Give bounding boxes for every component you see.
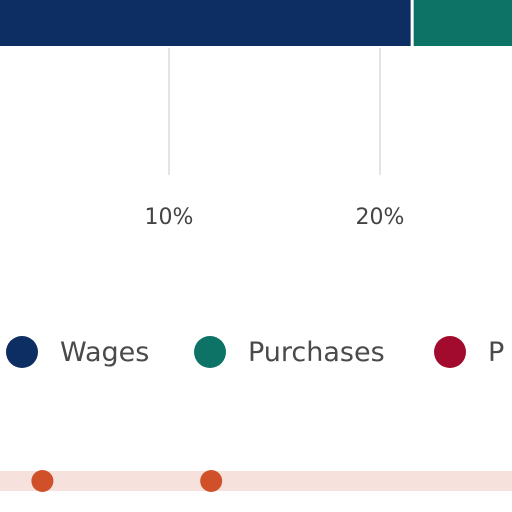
grid-layer (168, 48, 381, 175)
legend-label-wages: Wages (60, 336, 150, 368)
lower-track-dot-2 (31, 470, 54, 492)
tick-layer: 10% 20% (145, 205, 405, 230)
legend-item-third-series[interactable]: P (434, 330, 504, 374)
legend-item-wages[interactable]: Wages (6, 330, 149, 374)
bar-layer (0, 0, 512, 46)
legend-dot-wages (6, 336, 38, 368)
lower-track-dot-3 (200, 470, 223, 492)
legend-item-purchases[interactable]: Purchases (194, 330, 385, 374)
legend-label-purchases: Purchases (248, 336, 385, 368)
chart-svg: 10% 20% (0, 0, 512, 492)
lower-track (0, 470, 512, 492)
lower-track-band (0, 471, 512, 491)
legend-dot-purchases (194, 336, 226, 368)
x-tick-label-10: 10% (145, 205, 194, 230)
x-tick-label-20: 20% (356, 205, 405, 230)
legend-label-third-series: P (488, 336, 505, 368)
segment-separator (410, 0, 414, 46)
legend-dot-third-series (434, 336, 466, 368)
bar-segment-purchases (411, 0, 512, 46)
bar-segment-wages (0, 0, 412, 46)
legend: Wages Purchases P (0, 330, 512, 374)
